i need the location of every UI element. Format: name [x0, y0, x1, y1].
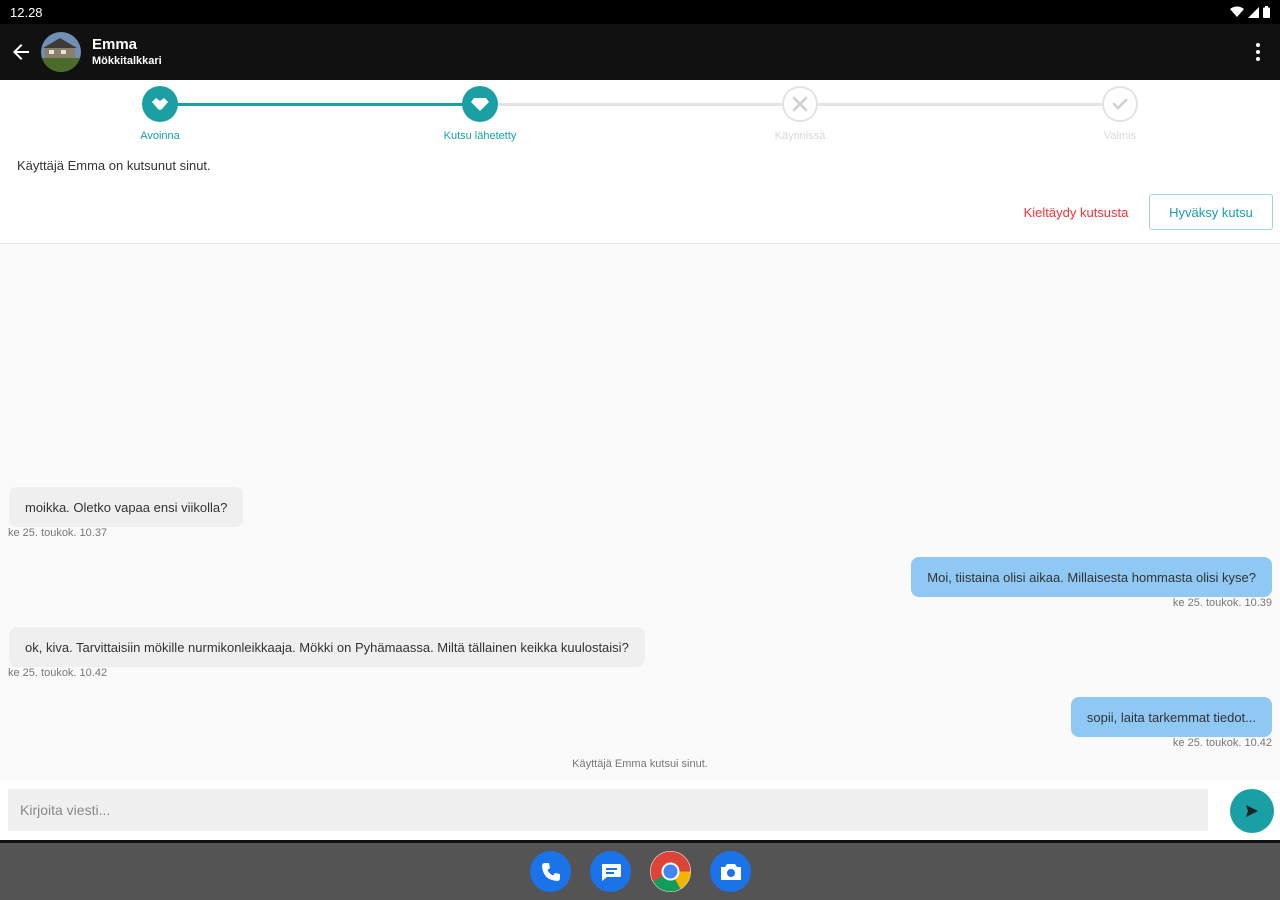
message-timestamp: ke 25. toukok. 10.39: [1172, 597, 1272, 609]
step-done: Valmis: [1040, 86, 1200, 142]
dot-icon: [1256, 43, 1260, 47]
status-bar: 12.28: [0, 0, 1280, 24]
avatar-image: [41, 32, 81, 72]
phone-app[interactable]: [530, 851, 571, 892]
conversation-header: Emma Mökkitalkkari: [92, 36, 162, 68]
system-message: Käyttäjä Emma kutsui sinut.: [572, 758, 708, 770]
messages-icon: [601, 863, 621, 881]
step-invite-sent: Kutsu lähetetty: [400, 86, 560, 142]
overflow-menu-button[interactable]: [1250, 40, 1266, 64]
step-label: Kutsu lähetetty: [443, 130, 517, 142]
step-circle: [462, 86, 498, 122]
message-timestamp: ke 25. toukok. 10.42: [1172, 737, 1272, 749]
dot-icon: [1256, 50, 1260, 54]
message-bubble-outgoing: sopii, laita tarkemmat tiedot...: [1070, 697, 1272, 737]
camera-app[interactable]: [710, 851, 751, 892]
back-button[interactable]: [1, 24, 41, 80]
phone-icon: [541, 862, 560, 881]
step-circle: [142, 86, 178, 122]
handshake-icon: [152, 98, 168, 110]
step-in-progress: Käynnissä: [720, 86, 880, 142]
wifi-icon: [1230, 6, 1244, 17]
contact-subtitle: Mökkitalkkari: [92, 55, 162, 67]
accept-invite-button[interactable]: Hyväksy kutsu: [1149, 194, 1273, 230]
chrome-app[interactable]: [650, 851, 691, 892]
message-bubble-incoming: ok, kiva. Tarvittaisiin mökille nurmikon…: [9, 627, 645, 667]
send-button[interactable]: [1230, 789, 1274, 833]
signal-icon: [1248, 6, 1259, 18]
diamond-icon: [471, 98, 489, 111]
chrome-icon: [650, 851, 691, 892]
compose-bar: [0, 780, 1280, 840]
step-circle: [782, 86, 818, 122]
progress-stepper: Avoinna Kutsu lähetetty Käynnissä Valmis: [0, 80, 1280, 150]
contact-name: Emma: [92, 36, 138, 53]
step-label: Valmis: [1103, 130, 1137, 142]
invitation-text: Käyttäjä Emma on kutsunut sinut.: [17, 158, 211, 173]
step-open: Avoinna: [80, 86, 240, 142]
message-timestamp: ke 25. toukok. 10.37: [8, 527, 108, 539]
tools-icon: [792, 96, 808, 112]
step-label: Käynnissä: [774, 130, 826, 142]
message-bubble-outgoing: Moi, tiistaina olisi aikaa. Millaisesta …: [911, 557, 1272, 597]
message-input[interactable]: [8, 789, 1208, 831]
system-taskbar: [0, 840, 1280, 900]
decline-invite-button[interactable]: Kieltäydy kutsusta: [1010, 196, 1142, 228]
thumbs-up-icon: [1112, 98, 1128, 110]
step-circle: [1102, 86, 1138, 122]
avatar[interactable]: [41, 32, 81, 72]
message-bubble-incoming: moikka. Oletko vapaa ensi viikolla?: [9, 487, 244, 527]
dot-icon: [1256, 57, 1260, 61]
arrow-back-icon: [13, 44, 29, 60]
messages-app[interactable]: [590, 851, 631, 892]
step-label: Avoinna: [140, 130, 180, 142]
camera-icon: [720, 863, 741, 880]
message-timestamp: ke 25. toukok. 10.42: [8, 667, 108, 679]
send-icon: [1246, 805, 1258, 817]
battery-icon: [1263, 6, 1270, 18]
status-time: 12.28: [10, 4, 43, 20]
invitation-panel: Käyttäjä Emma on kutsunut sinut. Kieltäy…: [0, 150, 1280, 244]
status-icons: [1230, 6, 1270, 18]
app-bar: Emma Mökkitalkkari: [0, 24, 1280, 80]
app-dock: [530, 851, 751, 892]
